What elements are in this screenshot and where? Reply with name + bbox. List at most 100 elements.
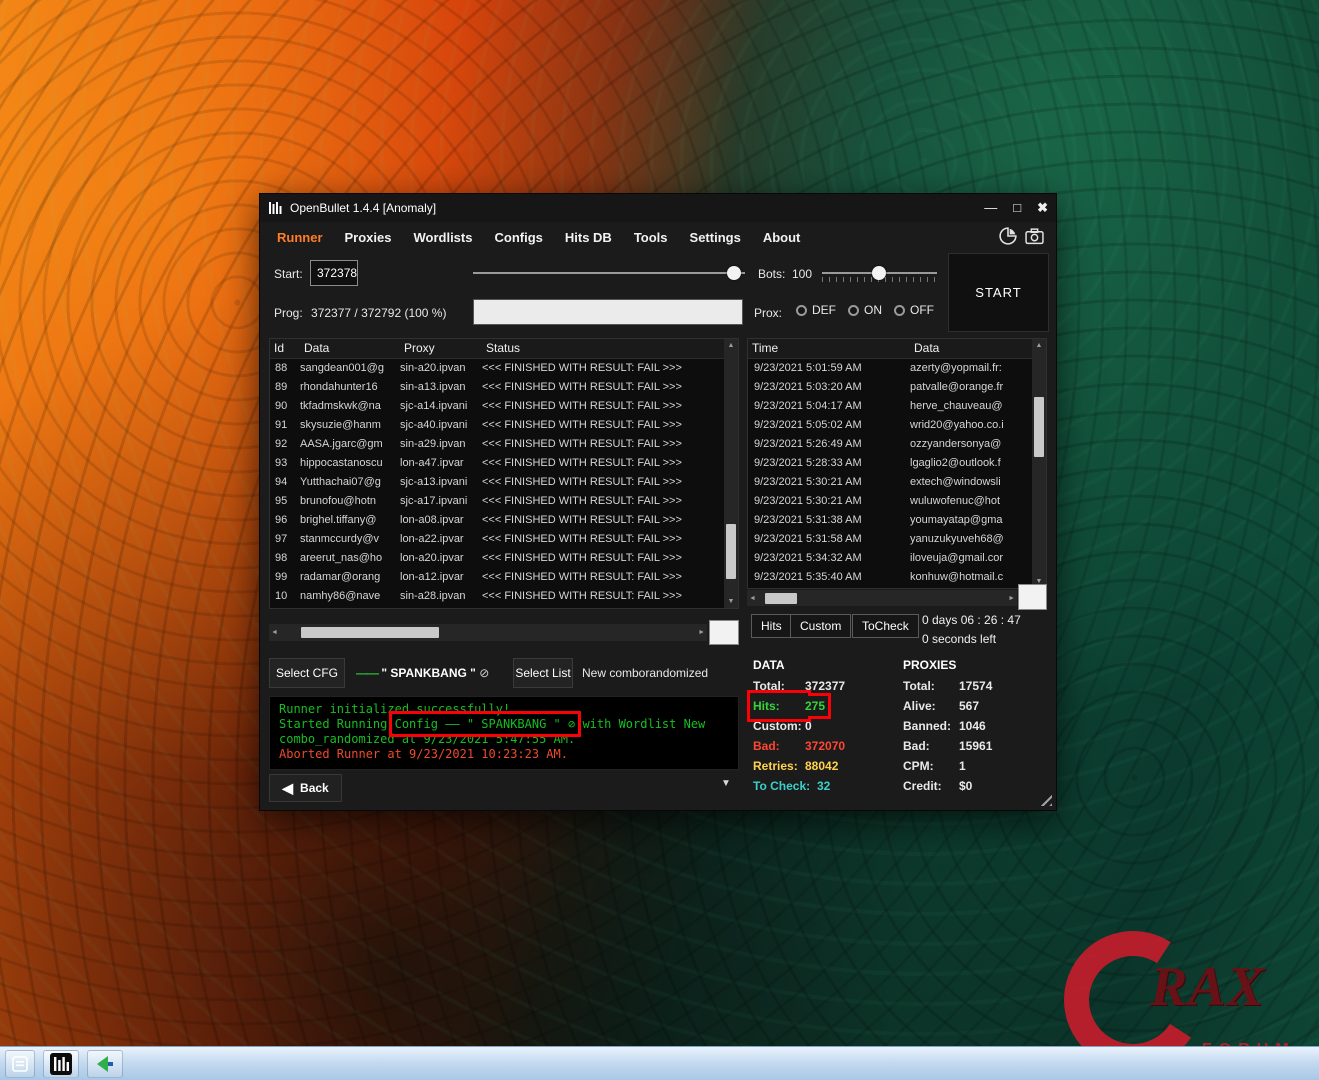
start-input[interactable]: 372378 xyxy=(310,260,358,286)
menu-proxies[interactable]: Proxies xyxy=(334,224,403,251)
radio-def-circle[interactable] xyxy=(796,305,807,316)
result-proxy: sjc-a14.ipvani xyxy=(400,397,482,416)
scroll-up-icon[interactable]: ▲ xyxy=(728,339,735,352)
prog-value-text: 372377 / 372792 (100 %) xyxy=(311,306,446,320)
config-title: " SPANKBANG " xyxy=(381,666,476,680)
taskbar-pinned-app-button[interactable] xyxy=(5,1050,35,1078)
result-row[interactable]: 10 namhy86@nave sin-a28.ipvan <<< FINISH… xyxy=(270,587,726,606)
menu-settings[interactable]: Settings xyxy=(679,224,752,251)
tab-hits[interactable]: Hits xyxy=(751,614,792,638)
stats-proxies-title: PROXIES xyxy=(903,658,1043,672)
radio-off-circle[interactable] xyxy=(894,305,905,316)
hit-row[interactable]: 9/23/2021 5:34:32 AM iloveuja@gmail.cor xyxy=(748,549,1034,568)
column-header-status[interactable]: Status xyxy=(482,339,738,358)
result-proxy: sin-a28.ipvan xyxy=(400,587,482,606)
hits-scroll-thumb[interactable] xyxy=(1034,397,1044,457)
camera-icon[interactable] xyxy=(1025,227,1044,250)
hit-row[interactable]: 9/23/2021 5:28:33 AM lgaglio2@outlook.f xyxy=(748,454,1034,473)
hits-hscroll-thumb[interactable] xyxy=(765,593,797,604)
column-header-data[interactable]: Data xyxy=(300,339,400,358)
taskbar-app2-button[interactable] xyxy=(87,1050,123,1078)
tab-custom[interactable]: Custom xyxy=(790,614,851,638)
menu-wordlists[interactable]: Wordlists xyxy=(402,224,483,251)
log-line-4: Aborted Runner at 9/23/2021 10:23:23 AM. xyxy=(279,747,729,762)
result-row[interactable]: 88 sangdean001@g sin-a20.ipvan <<< FINIS… xyxy=(270,359,726,378)
proxy-radio-def[interactable]: DEF xyxy=(796,303,836,317)
hit-row[interactable]: 9/23/2021 5:31:38 AM youmayatap@gma xyxy=(748,511,1034,530)
result-id: 97 xyxy=(270,530,300,549)
hit-row[interactable]: 9/23/2021 5:30:21 AM extech@windowsli xyxy=(748,473,1034,492)
results-horizontal-scrollbar[interactable]: ◄ ► xyxy=(269,624,707,641)
menu-configs[interactable]: Configs xyxy=(483,224,553,251)
pie-chart-icon[interactable] xyxy=(999,227,1017,250)
result-row[interactable]: 97 stanmccurdy@v lon-a22.ipvar <<< FINIS… xyxy=(270,530,726,549)
radio-on-circle[interactable] xyxy=(848,305,859,316)
result-proxy: lon-a12.ipvar xyxy=(400,568,482,587)
bots-slider-thumb[interactable] xyxy=(872,266,886,280)
column-header-id[interactable]: Id xyxy=(270,339,300,358)
result-row[interactable]: 93 hippocastanoscu lon-a47.ipvar <<< FIN… xyxy=(270,454,726,473)
hit-row[interactable]: 9/23/2021 5:35:40 AM konhuw@hotmail.c xyxy=(748,568,1034,587)
select-cfg-button[interactable]: Select CFG xyxy=(269,658,345,688)
hit-row[interactable]: 9/23/2021 5:05:02 AM wrid20@yahoo.co.i xyxy=(748,416,1034,435)
hit-row[interactable]: 9/23/2021 5:30:21 AM wuluwofenuc@hot xyxy=(748,492,1034,511)
hits-vertical-scrollbar[interactable]: ▲ ▼ xyxy=(1032,339,1046,588)
taskbar-openbullet-button[interactable] xyxy=(43,1050,79,1078)
start-button[interactable]: START xyxy=(948,253,1049,332)
select-list-button[interactable]: Select List xyxy=(513,658,573,688)
progress-slider-track[interactable] xyxy=(473,272,745,274)
scroll-right-icon[interactable]: ► xyxy=(1008,595,1015,602)
menu-hitsdb[interactable]: Hits DB xyxy=(554,224,623,251)
column-header-hit-data[interactable]: Data xyxy=(910,339,1046,358)
result-row[interactable]: 95 brunofou@hotn sjc-a17.ipvani <<< FINI… xyxy=(270,492,726,511)
results-scroll-thumb[interactable] xyxy=(726,524,736,579)
stat-value: 567 xyxy=(959,699,979,713)
menu-tools[interactable]: Tools xyxy=(623,224,679,251)
result-row[interactable]: 94 Yutthachai07@g sjc-a13.ipvani <<< FIN… xyxy=(270,473,726,492)
progress-slider-thumb[interactable] xyxy=(727,266,741,280)
result-row[interactable]: 96 brighel.tiffany@ lon-a08.ipvar <<< FI… xyxy=(270,511,726,530)
result-row[interactable]: 89 rhondahunter16 sin-a13.ipvan <<< FINI… xyxy=(270,378,726,397)
result-proxy: sjc-a13.ipvani xyxy=(400,473,482,492)
hit-row[interactable]: 9/23/2021 5:01:59 AM azerty@yopmail.fr: xyxy=(748,359,1034,378)
results-hscroll-thumb[interactable] xyxy=(301,627,439,638)
column-header-proxy[interactable]: Proxy xyxy=(400,339,482,358)
log-dropdown-icon[interactable]: ▼ xyxy=(721,778,731,789)
back-button[interactable]: ◀ Back xyxy=(269,774,342,802)
hit-data: youmayatap@gma xyxy=(910,511,1034,530)
results-vertical-scrollbar[interactable]: ▲ ▼ xyxy=(724,339,738,608)
taskbar xyxy=(0,1046,1319,1080)
scroll-right-icon[interactable]: ► xyxy=(698,629,705,636)
result-row[interactable]: 92 AASA.jgarc@gm sin-a29.ipvan <<< FINIS… xyxy=(270,435,726,454)
result-proxy: lon-a20.ipvar xyxy=(400,549,482,568)
hit-row[interactable]: 9/23/2021 5:31:58 AM yanuzukyuveh68@ xyxy=(748,530,1034,549)
minimize-button[interactable]: — xyxy=(984,200,997,216)
result-row[interactable]: 90 tkfadmskwk@na sjc-a14.ipvani <<< FINI… xyxy=(270,397,726,416)
result-row[interactable]: 98 areerut_nas@ho lon-a20.ipvar <<< FINI… xyxy=(270,549,726,568)
proxy-radio-on[interactable]: ON xyxy=(848,303,882,317)
radio-def-label: DEF xyxy=(812,303,836,317)
log-line-1: Runner initialized successfully! xyxy=(279,702,729,717)
titlebar[interactable]: OpenBullet 1.4.4 [Anomaly] — □ ✖ xyxy=(260,194,1056,222)
maximize-button[interactable]: □ xyxy=(1013,200,1021,216)
scroll-up-icon[interactable]: ▲ xyxy=(1036,339,1043,352)
hit-row[interactable]: 9/23/2021 5:26:49 AM ozzyandersonya@ xyxy=(748,435,1034,454)
scroll-left-icon[interactable]: ◄ xyxy=(271,629,278,636)
close-button[interactable]: ✖ xyxy=(1037,200,1048,216)
hit-data: iloveuja@gmail.cor xyxy=(910,549,1034,568)
hits-grid-header: Time Data xyxy=(748,339,1046,359)
column-header-time[interactable]: Time xyxy=(748,339,910,358)
result-id: 98 xyxy=(270,549,300,568)
scroll-left-icon[interactable]: ◄ xyxy=(749,595,756,602)
hit-row[interactable]: 9/23/2021 5:04:17 AM herve_chauveau@ xyxy=(748,397,1034,416)
tab-tocheck[interactable]: ToCheck xyxy=(852,614,919,638)
menu-about[interactable]: About xyxy=(752,224,812,251)
result-status: <<< FINISHED WITH RESULT: FAIL >>> xyxy=(482,473,726,492)
proxy-radio-off[interactable]: OFF xyxy=(894,303,934,317)
scroll-down-icon[interactable]: ▼ xyxy=(728,595,735,608)
result-row[interactable]: 99 radamar@orang lon-a12.ipvar <<< FINIS… xyxy=(270,568,726,587)
hit-row[interactable]: 9/23/2021 5:03:20 AM patvalle@orange.fr xyxy=(748,378,1034,397)
menu-runner[interactable]: Runner xyxy=(266,224,334,251)
result-row[interactable]: 91 skysuzie@hanm sjc-a40.ipvani <<< FINI… xyxy=(270,416,726,435)
hits-horizontal-scrollbar[interactable]: ◄ ► xyxy=(747,590,1017,606)
